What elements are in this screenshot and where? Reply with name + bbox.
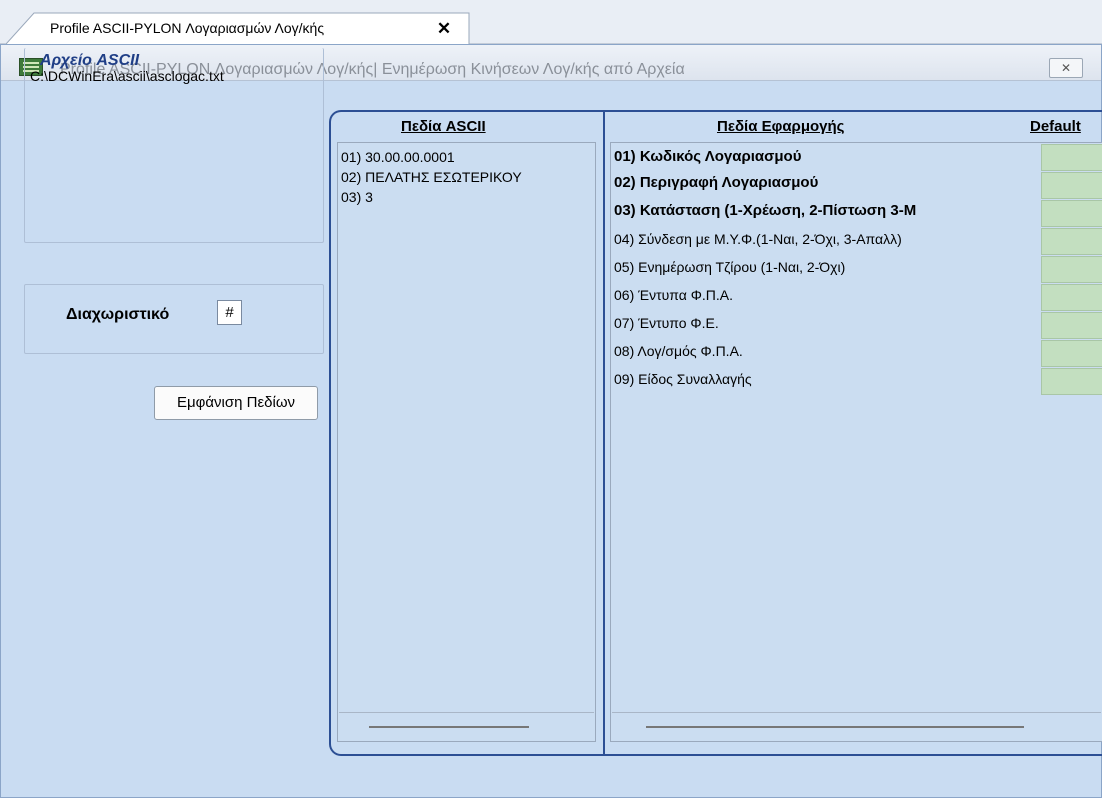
default-header: Default (1030, 118, 1081, 135)
default-value-cell[interactable] (1041, 172, 1102, 199)
tab-close-icon[interactable]: ✕ (434, 19, 454, 39)
app-field-item[interactable]: 06) Έντυπα Φ.Π.Α. (614, 287, 1044, 315)
default-value-cell[interactable] (1041, 200, 1102, 227)
app-field-item[interactable]: 07) Έντυπο Φ.Ε. (614, 315, 1044, 343)
app-field-item[interactable]: 08) Λογ/σμός Φ.Π.Α. (614, 343, 1044, 371)
default-value-cell[interactable] (1041, 228, 1102, 255)
default-value-cell[interactable] (1041, 144, 1102, 171)
app-field-item[interactable]: 04) Σύνδεση με Μ.Υ.Φ.(1-Ναι, 2-Όχι, 3-Απ… (614, 231, 1044, 259)
app-field-item[interactable]: 05) Ενημέρωση Τζίρου (1-Ναι, 2-Όχι) (614, 259, 1044, 287)
app-field-item[interactable]: 02) Περιγραφή Λογαριασμού (614, 175, 1044, 203)
app-field-item[interactable]: 01) Κωδικός Λογαριασμού (614, 147, 1044, 175)
ascii-fields-list[interactable]: 01) 30.00.00.0001 02) ΠΕΛΑΤΗΣ ΕΣΩΤΕΡΙΚΟΥ… (337, 142, 596, 742)
window-close-button[interactable]: ✕ (1049, 58, 1083, 78)
ascii-list-scrollbar[interactable] (339, 712, 594, 740)
show-fields-button[interactable]: Εμφάνιση Πεδίων (154, 386, 318, 420)
ascii-field-item[interactable]: 03) 3 (341, 187, 522, 207)
app-field-item[interactable]: 09) Είδος Συναλλαγής (614, 371, 1044, 399)
app-fields-list[interactable]: 01) Κωδικός Λογαριασμού 02) Περιγραφή Λο… (610, 142, 1102, 742)
separator-input[interactable]: # (217, 300, 242, 325)
default-value-cell[interactable] (1041, 368, 1102, 395)
tab-strip: Profile ASCII-PYLON Λογαριασμών Λογ/κής … (0, 0, 1102, 45)
default-value-cell[interactable] (1041, 256, 1102, 283)
app-fields-header: Πεδία Εφαρμογής (717, 118, 845, 135)
default-value-cell[interactable] (1041, 312, 1102, 339)
app-list-scrollbar[interactable] (612, 712, 1101, 740)
app-field-item[interactable]: 03) Κατάσταση (1-Χρέωση, 2-Πίστωση 3-Μ (614, 203, 1044, 231)
scrollbar-thumb[interactable] (369, 726, 529, 728)
ascii-field-item[interactable]: 01) 30.00.00.0001 (341, 147, 522, 167)
ascii-file-path: C:\DCWinEra\ascii\asclogac.txt (30, 68, 224, 84)
ascii-field-item[interactable]: 02) ΠΕΛΑΤΗΣ ΕΣΩΤΕΡΙΚΟΥ (341, 167, 522, 187)
scrollbar-thumb[interactable] (646, 726, 1024, 728)
separator-label: Διαχωριστικό (66, 306, 170, 323)
ascii-fields-header: Πεδία ASCII (401, 118, 486, 135)
document-tab[interactable]: Profile ASCII-PYLON Λογαριασμών Λογ/κής … (6, 12, 470, 45)
default-values-column (1041, 144, 1102, 396)
default-value-cell[interactable] (1041, 340, 1102, 367)
tab-label: Profile ASCII-PYLON Λογαριασμών Λογ/κής (50, 20, 325, 36)
fields-divider (603, 112, 605, 756)
default-value-cell[interactable] (1041, 284, 1102, 311)
